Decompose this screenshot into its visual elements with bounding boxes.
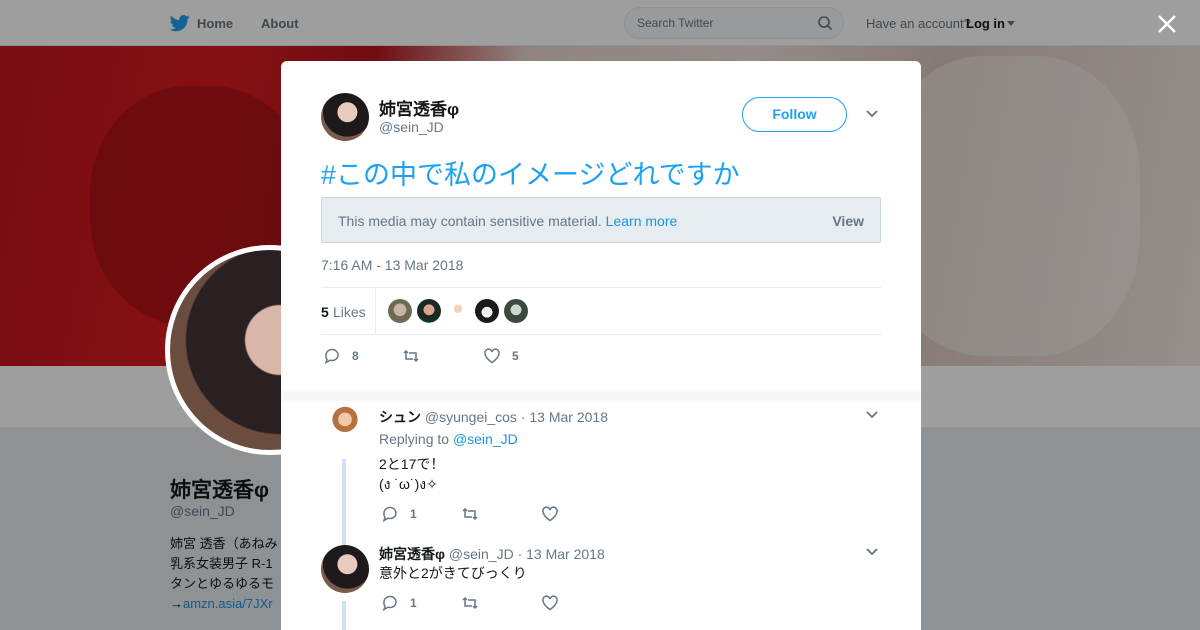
heart-icon[interactable] — [541, 594, 559, 612]
replying-to: Replying to @sein_JD — [379, 431, 518, 447]
reply-actions: 1 — [379, 505, 779, 523]
close-icon[interactable] — [1156, 13, 1178, 35]
view-button[interactable]: View — [832, 213, 864, 229]
sensitive-media-notice: This media may contain sensitive materia… — [321, 197, 881, 243]
thread-line — [342, 459, 346, 549]
retweet-icon[interactable] — [402, 347, 420, 365]
tweet-author-handle[interactable]: @sein_JD — [379, 119, 444, 135]
tweet-text[interactable]: #この中で私のイメージどれですか — [321, 153, 740, 192]
liker-avatar[interactable] — [475, 299, 499, 323]
likes-label[interactable]: Likes — [333, 304, 366, 320]
tweet-timestamp[interactable]: 7:16 AM - 13 Mar 2018 — [321, 257, 463, 273]
learn-more-link[interactable]: Learn more — [606, 213, 678, 229]
heart-icon[interactable] — [483, 347, 501, 365]
reply-date[interactable]: · 13 Mar 2018 — [518, 546, 605, 562]
reply-text[interactable]: 意外と2がきてびっくり — [379, 563, 527, 583]
divider — [281, 391, 921, 401]
reply-count: 8 — [352, 349, 359, 363]
divider — [375, 288, 376, 334]
tweet-actions: 8 5 — [321, 347, 881, 367]
reply-author-handle[interactable]: @syungei_cos — [425, 409, 517, 425]
reply-text[interactable]: 2と17で！ (ง ˙ω˙)ง✧ — [379, 454, 444, 494]
reply-author-name[interactable]: シュン — [379, 409, 421, 425]
sensitive-text: This media may contain sensitive materia… — [338, 213, 677, 229]
avatar[interactable] — [321, 545, 369, 593]
retweet-icon[interactable] — [461, 594, 479, 612]
chevron-down-icon[interactable] — [865, 109, 879, 119]
reply-icon[interactable] — [381, 594, 399, 612]
liker-avatar[interactable] — [388, 299, 412, 323]
reply-header: 姉宮透香φ @sein_JD · 13 Mar 2018 — [379, 544, 605, 564]
liker-avatar[interactable] — [446, 299, 470, 323]
tweet-modal: 姉宮透香φ @sein_JD Follow #この中で私のイメージどれですか T… — [281, 61, 921, 630]
liker-avatar[interactable] — [417, 299, 441, 323]
reply-count: 1 — [410, 596, 417, 610]
tweet-author-name[interactable]: 姉宮透香φ — [379, 95, 459, 120]
reply-author-handle[interactable]: @sein_JD — [449, 546, 514, 562]
liker-avatar[interactable] — [504, 299, 528, 323]
avatar[interactable] — [321, 93, 369, 141]
thread-line — [342, 601, 346, 630]
sensitive-message: This media may contain sensitive materia… — [338, 213, 602, 229]
chevron-down-icon[interactable] — [865, 410, 879, 420]
chevron-down-icon[interactable] — [865, 547, 879, 557]
tweet-stats: 5 Likes — [321, 287, 881, 335]
reply-icon[interactable] — [381, 505, 399, 523]
likes-count[interactable]: 5 — [321, 304, 329, 320]
reply-author-name[interactable]: 姉宮透香φ — [379, 546, 445, 562]
heart-icon[interactable] — [541, 505, 559, 523]
reply-header: シュン @syungei_cos · 13 Mar 2018 — [379, 407, 608, 427]
reply-icon[interactable] — [323, 347, 341, 365]
reply-count: 1 — [410, 507, 417, 521]
like-count: 5 — [512, 349, 519, 363]
replying-to-link[interactable]: @sein_JD — [453, 431, 518, 447]
retweet-icon[interactable] — [461, 505, 479, 523]
replying-prefix: Replying to — [379, 431, 450, 447]
reply-actions: 1 — [379, 594, 779, 612]
follow-button[interactable]: Follow — [742, 97, 847, 132]
reply-date[interactable]: · 13 Mar 2018 — [521, 409, 608, 425]
avatar[interactable] — [321, 405, 369, 453]
